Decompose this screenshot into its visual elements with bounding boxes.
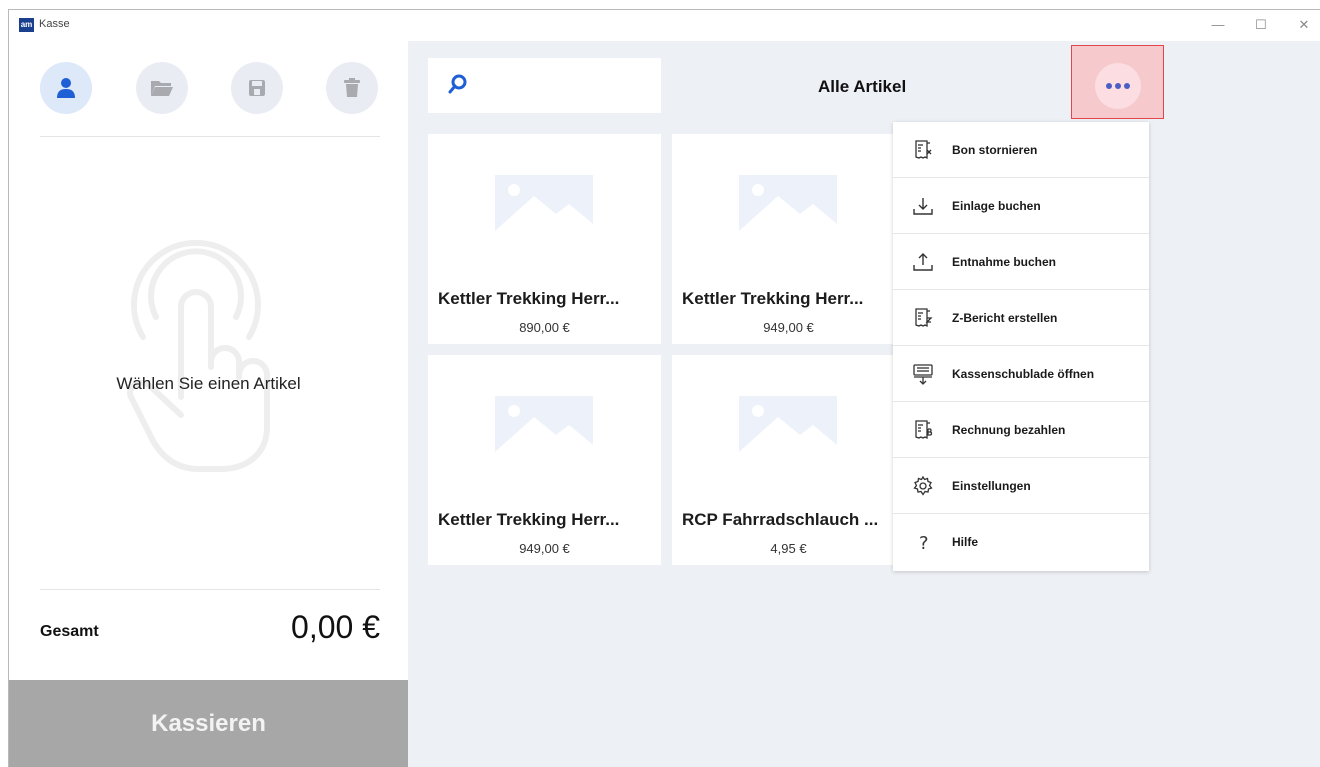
menu-item-einstellungen[interactable]: Einstellungen <box>893 458 1149 514</box>
minimize-button[interactable]: — <box>1203 14 1233 36</box>
empty-cart-message: Wählen Sie einen Artikel <box>116 374 301 393</box>
customer-button[interactable] <box>40 62 92 114</box>
menu-item-label: Entnahme buchen <box>952 255 1057 269</box>
product-price: 890,00 € <box>519 320 570 335</box>
product-tile[interactable]: Kettler Trekking Herr... 890,00 € <box>428 134 661 344</box>
trash-icon <box>344 78 360 97</box>
menu-item-entnahme-buchen[interactable]: Entnahme buchen <box>893 234 1149 290</box>
menu-item-label: Einlage buchen <box>952 199 1041 213</box>
menu-item-einlage-buchen[interactable]: Einlage buchen <box>893 178 1149 234</box>
product-name: Kettler Trekking Herr... <box>438 510 620 529</box>
cash-drawer-icon <box>913 364 933 385</box>
product-name: RCP Fahrradschlauch ... <box>682 510 879 529</box>
product-price: 4,95 € <box>770 541 807 556</box>
category-title: Alle Artikel <box>818 77 907 96</box>
image-placeholder-icon <box>495 396 593 452</box>
menu-item-rechnung-bezahlen[interactable]: Rechnung bezahlen <box>893 402 1149 458</box>
gear-icon <box>913 475 933 496</box>
total-value: 0,00 € <box>291 609 380 645</box>
product-name: Kettler Trekking Herr... <box>438 289 620 308</box>
search-icon <box>448 74 467 94</box>
image-placeholder-icon <box>739 396 837 452</box>
help-icon: ? <box>919 533 929 553</box>
svg-text:?: ? <box>919 533 929 553</box>
more-options-menu: Bon stornieren Einlage buchen Entnahme b… <box>893 122 1149 571</box>
menu-item-hilfe[interactable]: ? Hilfe <box>893 514 1149 570</box>
folder-icon <box>151 81 173 96</box>
checkout-button[interactable]: Kassieren <box>9 680 408 767</box>
product-tile[interactable]: RCP Fahrradschlauch ... 4,95 € <box>672 355 905 565</box>
product-area: Alle Artikel Kettler Trekking Herr... 89… <box>408 41 1320 767</box>
menu-item-label: Z-Bericht erstellen <box>952 311 1058 325</box>
sidebar-divider-bottom <box>40 589 380 590</box>
more-button-highlight <box>1071 45 1164 119</box>
total-label: Gesamt <box>40 623 99 640</box>
menu-item-kassenschublade[interactable]: Kassenschublade öffnen <box>893 346 1149 402</box>
user-icon <box>57 78 75 98</box>
receipt-cancel-icon <box>915 140 932 160</box>
menu-item-label: Rechnung bezahlen <box>952 423 1066 437</box>
search-field[interactable] <box>428 58 661 113</box>
product-price: 949,00 € <box>519 541 570 556</box>
save-button[interactable] <box>231 62 283 114</box>
tap-hand-icon <box>127 239 270 472</box>
save-icon <box>249 80 265 96</box>
more-options-button[interactable] <box>1095 63 1141 109</box>
menu-item-z-bericht[interactable]: Z-Bericht erstellen <box>893 290 1149 346</box>
close-button[interactable]: ✕ <box>1289 14 1319 36</box>
image-placeholder-icon <box>495 175 593 231</box>
invoice-icon <box>915 420 933 440</box>
withdraw-icon <box>913 253 933 271</box>
product-price: 949,00 € <box>763 320 814 335</box>
image-placeholder-icon <box>739 175 837 231</box>
product-tile[interactable]: Kettler Trekking Herr... 949,00 € <box>428 355 661 565</box>
cart-sidebar: Wählen Sie einen Artikel Gesamt 0,00 € K… <box>9 41 408 767</box>
product-tile[interactable]: Kettler Trekking Herr... 949,00 € <box>672 134 905 344</box>
app-logo-icon: am <box>19 18 34 32</box>
title-bar: am Kasse — ☐ ✕ <box>9 10 1320 41</box>
z-report-icon <box>915 308 933 328</box>
menu-item-label: Hilfe <box>952 535 979 549</box>
deposit-icon <box>913 198 933 215</box>
menu-item-label: Kassenschublade öffnen <box>952 367 1095 381</box>
menu-item-label: Bon stornieren <box>952 143 1038 157</box>
menu-item-bon-stornieren[interactable]: Bon stornieren <box>893 122 1149 178</box>
product-name: Kettler Trekking Herr... <box>682 289 864 308</box>
window-title: Kasse <box>39 18 70 30</box>
open-button[interactable] <box>136 62 188 114</box>
more-dots-icon <box>1105 83 1132 89</box>
menu-item-label: Einstellungen <box>952 479 1031 493</box>
delete-button[interactable] <box>326 62 378 114</box>
maximize-button[interactable]: ☐ <box>1246 14 1276 36</box>
sidebar-divider-top <box>40 136 380 137</box>
